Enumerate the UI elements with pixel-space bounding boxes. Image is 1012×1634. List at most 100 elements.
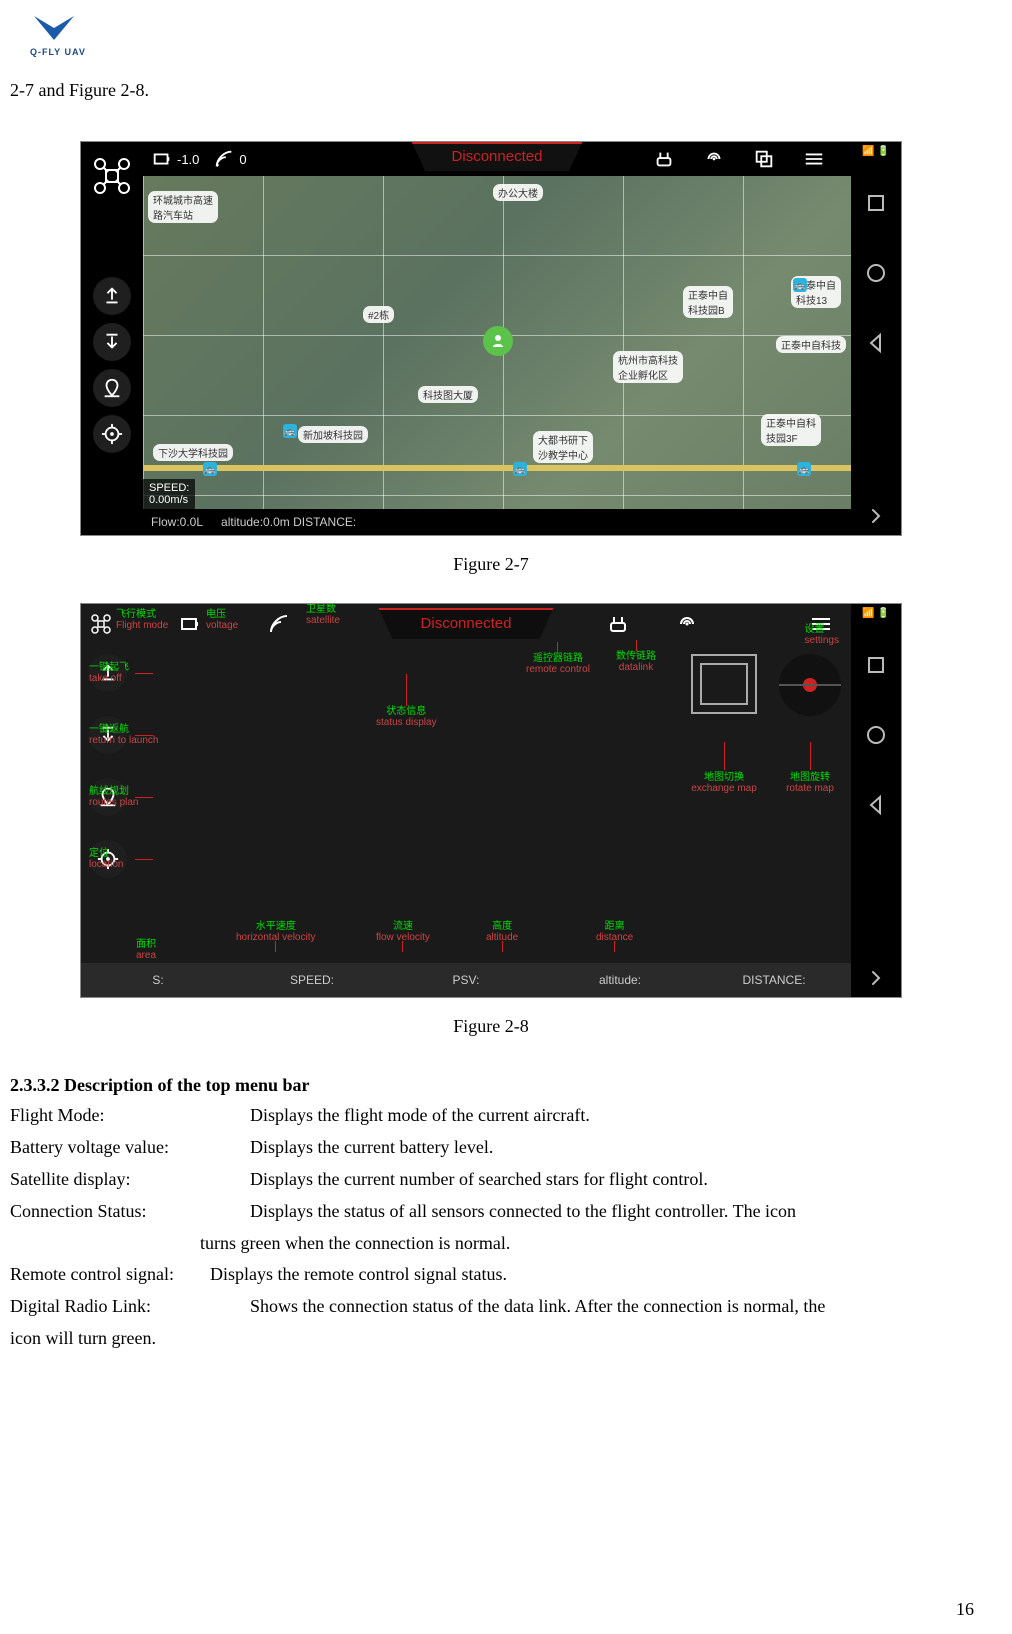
area-field: S: bbox=[81, 973, 235, 987]
location-button[interactable] bbox=[93, 415, 131, 453]
battery-icon bbox=[178, 612, 202, 636]
home-button[interactable] bbox=[863, 260, 889, 286]
status-icons: 📶 🔋 bbox=[862, 604, 889, 630]
map-poi-label: 正泰中自科 技园3F bbox=[761, 414, 821, 446]
return-to-launch-button[interactable] bbox=[93, 323, 131, 361]
annotation: 流速flow velocity bbox=[376, 921, 430, 952]
bus-stop-icon bbox=[793, 278, 807, 292]
android-nav-bar: 📶 🔋 bbox=[851, 604, 901, 997]
remote-control-icon bbox=[653, 148, 679, 170]
satellite-map-view[interactable]: 办公大楼 #2栋 科技图大厦 新加坡科技园 正泰中自 科技园B 正泰中自 科技1… bbox=[143, 176, 851, 509]
map-poi-label: 杭州市高科技 企业孵化区 bbox=[613, 351, 683, 383]
bus-stop-icon bbox=[513, 462, 527, 476]
voltage-value: -1.0 bbox=[177, 152, 199, 167]
figure-caption: Figure 2-7 bbox=[80, 554, 902, 575]
satellite-value: 0 bbox=[239, 152, 246, 167]
map-poi-label: 办公大楼 bbox=[493, 184, 543, 201]
chevron-button[interactable] bbox=[863, 965, 889, 991]
recents-button[interactable] bbox=[863, 652, 889, 678]
routes-plan-button[interactable] bbox=[93, 369, 131, 407]
desc-continuation: turns green when the connection is norma… bbox=[200, 1230, 972, 1258]
map-poi-label: 科技图大厦 bbox=[418, 386, 478, 403]
speed-overlay: SPEED:0.00m/s bbox=[143, 479, 195, 509]
takeoff-button[interactable]: 一键起飞take off bbox=[89, 654, 153, 692]
bus-stop-icon bbox=[797, 462, 811, 476]
desc-label: Flight Mode: bbox=[10, 1102, 250, 1130]
map-poi-label: 环城城市高速 路汽车站 bbox=[148, 191, 218, 223]
annotation: 飞行模式Flight mode bbox=[116, 609, 168, 631]
datalink-icon bbox=[675, 612, 699, 636]
takeoff-button[interactable] bbox=[93, 277, 131, 315]
desc-label: Battery voltage value: bbox=[10, 1134, 250, 1162]
bottom-telemetry-bar: Flow:0.0L altitude:0.0m DISTANCE: bbox=[143, 509, 851, 535]
desc-label: Connection Status: bbox=[10, 1198, 250, 1226]
bus-stop-icon bbox=[203, 462, 217, 476]
desc-continuation: icon will turn green. bbox=[10, 1325, 972, 1353]
annotation: 一键返航return to launch bbox=[89, 724, 159, 746]
altitude-value: altitude:0.0m bbox=[221, 515, 290, 529]
annotation: 水平速度horizontal velocity bbox=[236, 921, 315, 952]
annotation: 设置settings bbox=[805, 624, 839, 646]
desc-text: Displays the status of all sensors conne… bbox=[250, 1198, 972, 1226]
annotation: 状态信息status display bbox=[376, 676, 437, 728]
user-location-marker bbox=[483, 326, 513, 356]
desc-label: Remote control signal: bbox=[10, 1261, 210, 1289]
map-poi-label: 下沙大学科技园 bbox=[153, 444, 233, 461]
brand-logo: Q-FLY UAV bbox=[30, 12, 86, 57]
map-exchange-icon[interactable] bbox=[753, 148, 779, 170]
android-nav-bar: 📶 🔋 bbox=[851, 142, 901, 535]
continuation-text: 2-7 and Figure 2-8. bbox=[10, 80, 972, 101]
desc-text: Displays the remote control signal statu… bbox=[210, 1261, 972, 1289]
page-number: 16 bbox=[956, 1599, 974, 1620]
bus-stop-icon bbox=[283, 424, 297, 438]
satellite-indicator: 0 bbox=[213, 148, 246, 170]
recents-button[interactable] bbox=[863, 190, 889, 216]
map-poi-label: 正泰中自科技 bbox=[776, 336, 846, 353]
brand-logo-text: Q-FLY UAV bbox=[30, 47, 86, 57]
home-button[interactable] bbox=[863, 722, 889, 748]
bottom-telemetry-bar: S: SPEED: PSV: altitude: DISTANCE: bbox=[81, 963, 851, 997]
distance-field: DISTANCE: bbox=[697, 973, 851, 987]
annotation: 卫星数satellite bbox=[306, 604, 340, 626]
annotation: 航线规划routes plan bbox=[89, 786, 138, 808]
connection-status-banner: Disconnected bbox=[379, 608, 554, 639]
figure-caption: Figure 2-8 bbox=[80, 1016, 902, 1037]
map-poi-label: #2栋 bbox=[363, 306, 394, 323]
connection-status-banner: Disconnected bbox=[412, 142, 583, 171]
map-poi-label: 新加坡科技园 bbox=[298, 426, 368, 443]
map-rotate-widget[interactable]: 地图旋转rotate map bbox=[779, 654, 841, 794]
back-button[interactable] bbox=[863, 792, 889, 818]
battery-voltage-indicator: -1.0 bbox=[151, 148, 199, 170]
routes-plan-button[interactable]: 航线规划routes plan bbox=[89, 778, 153, 816]
altitude-field: altitude: bbox=[543, 973, 697, 987]
location-button[interactable]: 定位location bbox=[89, 840, 153, 878]
desc-text: Displays the current battery level. bbox=[250, 1134, 972, 1162]
drone-icon bbox=[90, 154, 134, 198]
figure-2-7-screenshot: -1.0 0 Disconnected bbox=[80, 141, 902, 536]
chevron-button[interactable] bbox=[863, 503, 889, 529]
psv-field: PSV: bbox=[389, 973, 543, 987]
annotation: 距离distance bbox=[596, 921, 633, 952]
drone-icon bbox=[89, 612, 113, 636]
speed-field: SPEED: bbox=[235, 973, 389, 987]
status-icons: 📶 🔋 bbox=[862, 142, 889, 168]
annotation: 电压voltage bbox=[206, 609, 238, 631]
annotation: 一键起飞take off bbox=[89, 662, 129, 684]
annotation: 地图旋转rotate map bbox=[779, 744, 841, 794]
section-heading: 2.3.3.2 Description of the top menu bar bbox=[10, 1075, 972, 1096]
back-button[interactable] bbox=[863, 330, 889, 356]
return-to-launch-button[interactable]: 一键返航return to launch bbox=[89, 716, 153, 754]
top-menu-bar: Disconnected bbox=[81, 604, 851, 644]
distance-label: DISTANCE: bbox=[293, 515, 356, 529]
annotation: 数传链路datalink bbox=[616, 642, 656, 673]
map-exchange-widget[interactable]: 地图切换exchange map bbox=[691, 654, 757, 794]
annotation: 地图切换exchange map bbox=[691, 744, 757, 794]
desc-text: Displays the flight mode of the current … bbox=[250, 1102, 972, 1130]
annotation: 遥控器链路remote control bbox=[526, 644, 590, 675]
map-poi-label: 正泰中自 科技园B bbox=[683, 286, 733, 318]
annotation: 高度altitude bbox=[486, 921, 518, 952]
settings-icon[interactable] bbox=[803, 148, 829, 170]
desc-text: Displays the current number of searched … bbox=[250, 1166, 972, 1194]
remote-control-icon bbox=[606, 612, 630, 636]
desc-label: Digital Radio Link: bbox=[10, 1293, 250, 1321]
